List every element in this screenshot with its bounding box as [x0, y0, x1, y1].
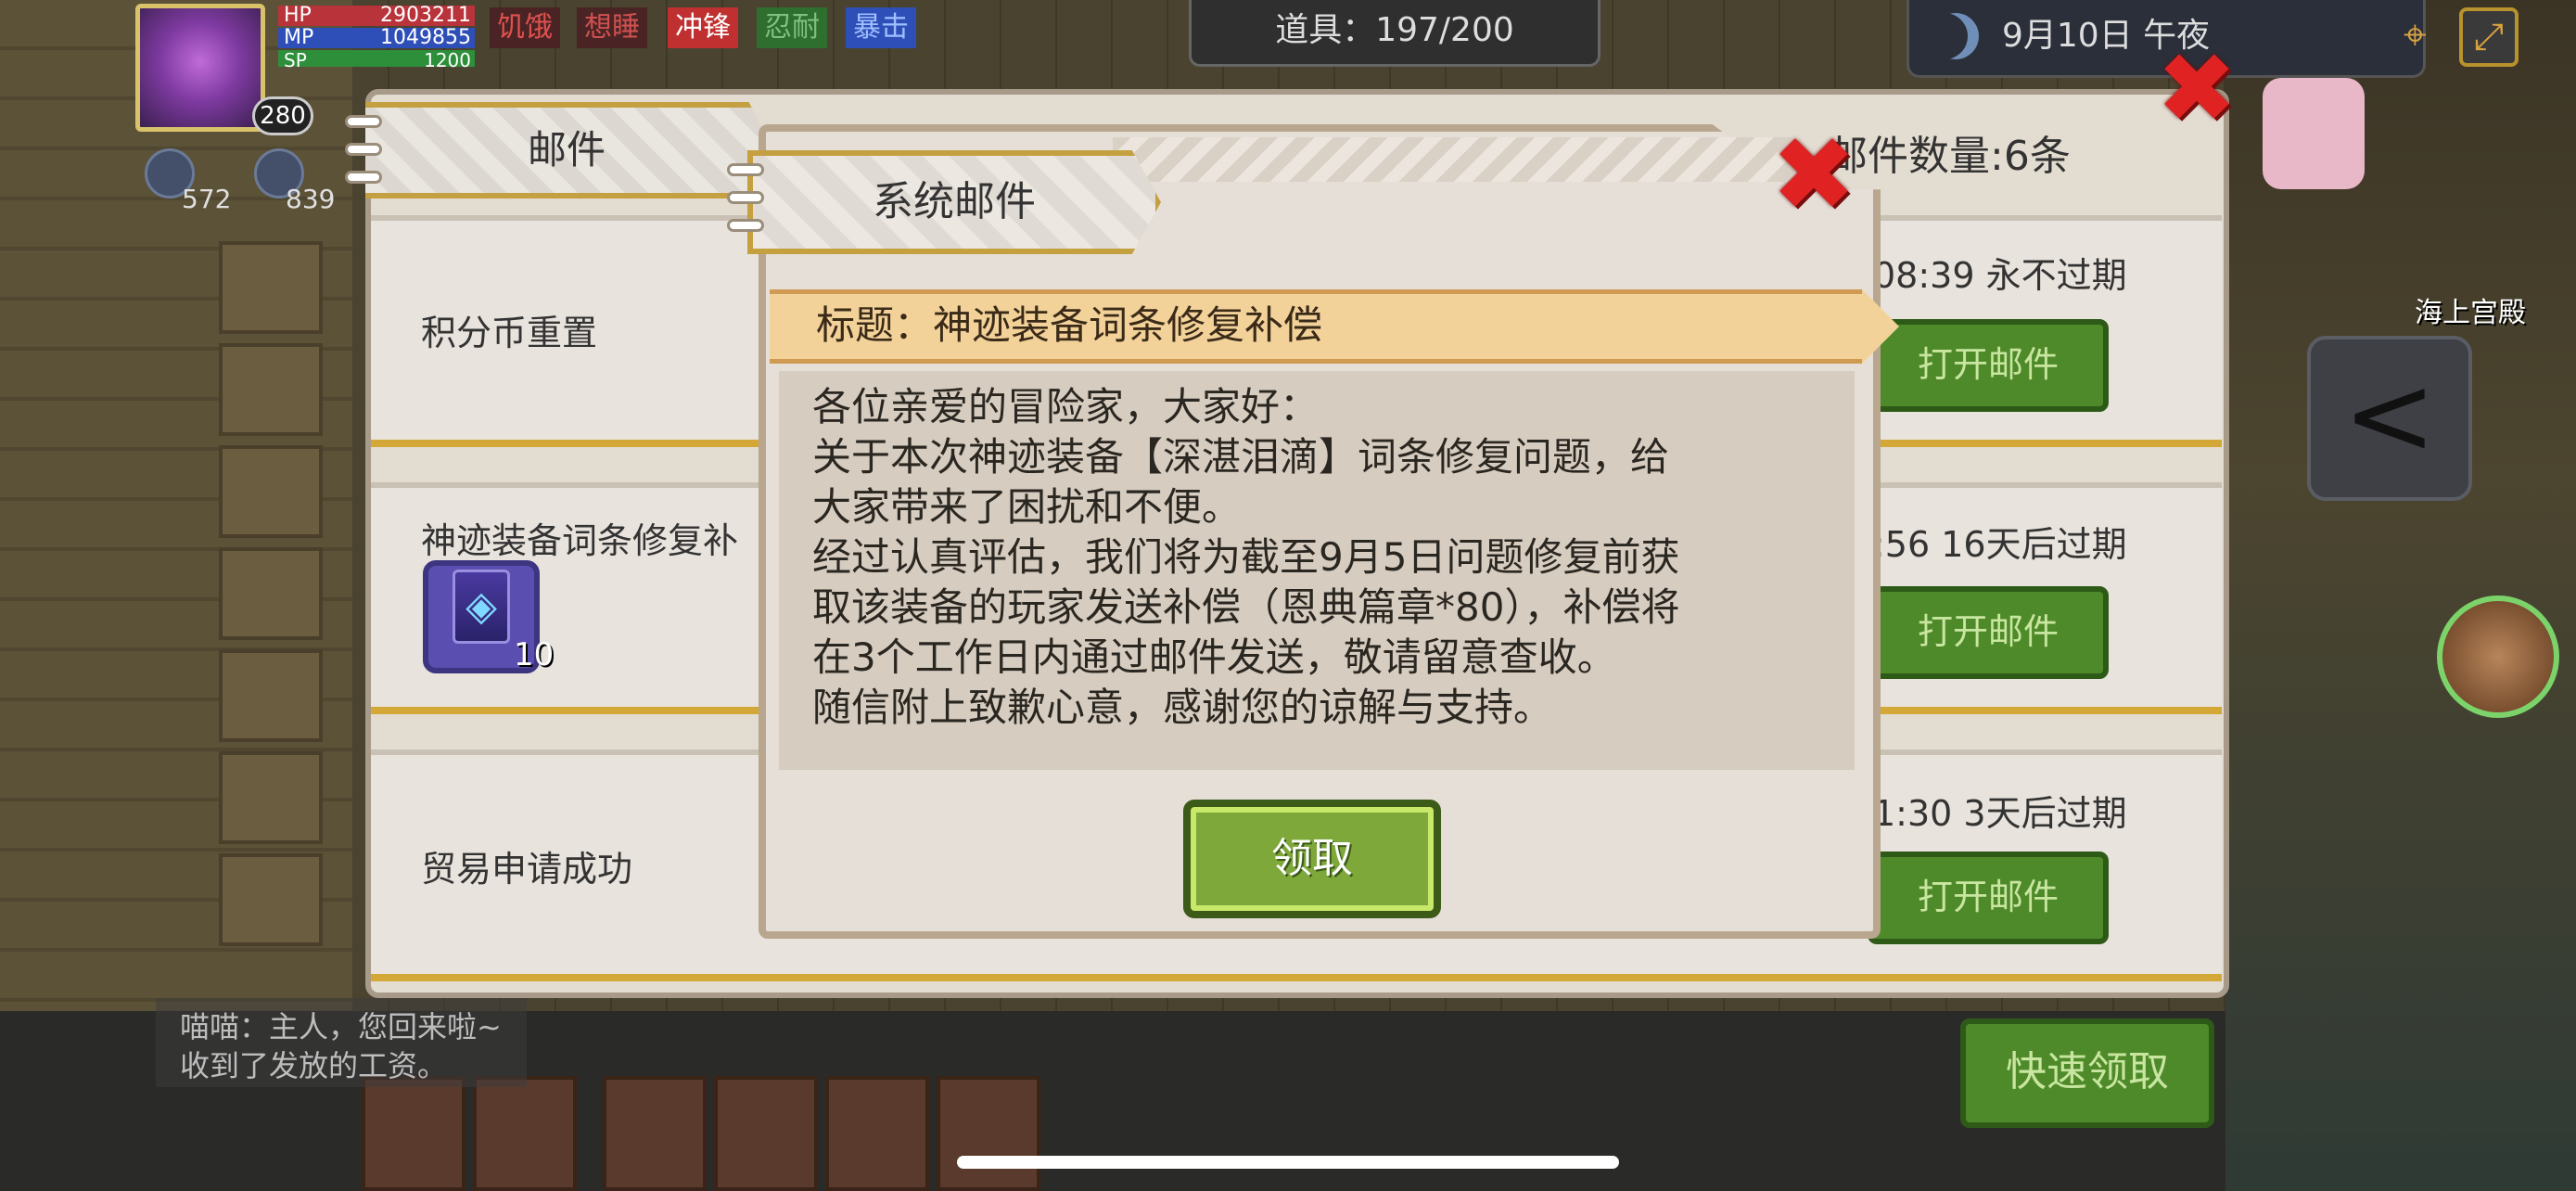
globe-icon[interactable]: ⌖ — [2404, 11, 2450, 63]
mp-value: 1049855 — [380, 26, 471, 49]
floor-tile — [219, 343, 323, 436]
open-mail-button[interactable]: 打开邮件 — [1868, 852, 2109, 944]
mp-label: MP — [284, 26, 314, 49]
hp-label: HP — [284, 4, 312, 27]
location-label: 海上宫殿 — [2415, 297, 2526, 329]
claim-button[interactable]: 领取 — [1183, 800, 1441, 918]
floor-tile — [219, 853, 323, 946]
companion-avatar[interactable] — [2437, 596, 2559, 718]
shelf-tile — [603, 1076, 707, 1191]
floor-tile — [219, 751, 323, 844]
mail-body-line: 关于本次神迹装备【深湛泪滴】词条修复问题，给 — [812, 434, 1670, 480]
mail-body-line: 各位亲爱的冒险家，大家好： — [812, 384, 1320, 429]
status-endure[interactable]: 忍耐 — [757, 7, 827, 48]
mail-body-line: 随信附上致歉心意，感谢您的谅解与支持。 — [812, 685, 1553, 730]
hp-value: 2903211 — [380, 4, 471, 27]
npc-portrait[interactable] — [2263, 78, 2365, 189]
mail-expiry: 1:30 3天后过期 — [1873, 793, 2127, 834]
close-icon[interactable]: ✖ — [1767, 123, 1860, 225]
quick-claim-button[interactable]: 快速领取 — [1960, 1018, 2214, 1128]
floor-tile — [219, 649, 323, 742]
open-mail-button[interactable]: 打开邮件 — [1868, 586, 2109, 679]
mail-body-line: 大家带来了困扰和不便。 — [812, 484, 1242, 530]
open-mail-button[interactable]: 打开邮件 — [1868, 319, 2109, 412]
inventory-counter[interactable]: 道具：197/200 — [1189, 0, 1600, 67]
attachment-count: 10 — [514, 636, 555, 673]
spiral-ring — [727, 219, 764, 232]
resource-value-1: 572 — [182, 184, 232, 214]
mail-body: 各位亲爱的冒险家，大家好： 关于本次神迹装备【深湛泪滴】词条修复问题，给 大家带… — [779, 371, 1855, 770]
mail-expiry: 08:39 永不过期 — [1873, 255, 2127, 296]
player-level: 280 — [252, 96, 313, 135]
expand-icon[interactable]: ⤢ — [2459, 7, 2519, 67]
mail-title: 积分币重置 — [421, 313, 598, 353]
status-hungry[interactable]: 饥饿 — [490, 7, 560, 48]
gem-icon: ◈ — [453, 570, 510, 644]
shelf-tile — [362, 1076, 465, 1191]
tab-mail[interactable]: 邮件 — [365, 102, 773, 198]
mail-count: 邮件数量:6条 — [1827, 133, 2071, 180]
floor-tile — [219, 445, 323, 538]
mail-title: 神迹装备词条修复补 — [421, 520, 739, 561]
floor-tile — [219, 241, 323, 334]
resource-value-2: 839 — [286, 184, 336, 214]
status-charge[interactable]: 冲锋 — [668, 7, 738, 48]
shelf-tile — [937, 1076, 1040, 1191]
spiral-ring — [727, 191, 764, 204]
player-avatar[interactable] — [135, 4, 265, 132]
close-icon[interactable]: ✖ — [2153, 40, 2240, 136]
hp-bar: HP 2903211 — [278, 6, 475, 26]
sp-value: 1200 — [424, 49, 471, 71]
mp-bar: MP 1049855 — [278, 28, 475, 48]
spiral-ring — [345, 143, 382, 156]
mail-expiry: :56 16天后过期 — [1873, 524, 2127, 565]
spiral-ring — [345, 115, 382, 128]
mail-title: 贸易申请成功 — [421, 849, 633, 890]
dialog-pattern — [1113, 137, 1799, 182]
sp-label: SP — [284, 49, 307, 71]
chat-line: 收到了发放的工资。 — [180, 1048, 448, 1083]
mail-subject: 标题：神迹装备词条修复补偿 — [770, 289, 1862, 364]
floor-tile — [219, 547, 323, 640]
status-crit[interactable]: 暴击 — [846, 7, 916, 48]
mail-body-line: 在3个工作日内通过邮件发送，敬请留意查收。 — [812, 634, 1616, 680]
home-indicator[interactable] — [957, 1156, 1619, 1169]
moon-icon — [1932, 13, 1979, 59]
share-icon[interactable]: < — [2307, 336, 2472, 501]
mail-body-line: 经过认真评估，我们将为截至9月5日问题修复前获 — [812, 534, 1680, 580]
tab-system-mail: 系统邮件 — [747, 150, 1161, 254]
shelf-tile — [825, 1076, 929, 1191]
mail-body-line: 取该装备的玩家发送补偿（恩典篇章*80），补偿将 — [812, 584, 1680, 630]
spiral-ring — [727, 163, 764, 176]
sp-bar: SP 1200 — [278, 49, 475, 71]
shelf-tile — [473, 1076, 577, 1191]
spiral-ring — [345, 171, 382, 184]
status-sleepy[interactable]: 想睡 — [577, 7, 647, 48]
shelf-tile — [714, 1076, 818, 1191]
chat-line: 喵喵：主人，您回来啦~ — [180, 1009, 502, 1044]
